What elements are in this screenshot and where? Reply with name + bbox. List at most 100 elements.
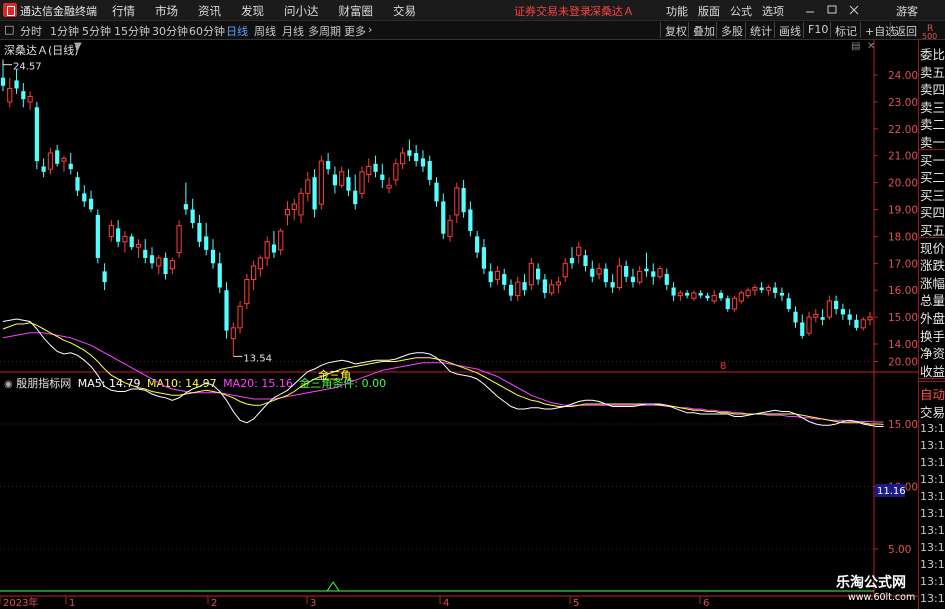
- candle-body-down: [116, 228, 121, 242]
- candlestick: [122, 231, 128, 253]
- time-tick-label: 2: [211, 598, 217, 609]
- low-price-label: 13.54: [243, 353, 272, 364]
- candlestick: [116, 220, 121, 248]
- candle-body-down: [41, 166, 46, 172]
- quote-field-label: 卖五: [920, 64, 945, 80]
- kline-chart[interactable]: 24.00 23.00 22.00 21.00 20.00 19.00 18.00 17.00…: [0, 0, 918, 609]
- candle-body-up: [637, 270, 643, 283]
- candlestick: [494, 265, 501, 285]
- candlestick: [75, 171, 80, 197]
- candlestick: [528, 257, 534, 291]
- candlestick: [143, 239, 148, 264]
- candlestick: [840, 303, 846, 320]
- indicator-axis-ticks: 20.0015.0010.005.00: [874, 357, 918, 556]
- tick-time: 13:12: [920, 507, 945, 520]
- candlestick: [847, 309, 852, 326]
- candlestick: [427, 155, 432, 186]
- candle-body-down: [420, 158, 426, 167]
- candlestick: [68, 153, 73, 175]
- candlestick: [332, 166, 337, 194]
- price-tick-label: 21.00: [888, 151, 918, 163]
- candle-body-up: [47, 152, 54, 170]
- candle-body-down: [651, 271, 656, 277]
- candle-body-down: [88, 198, 94, 210]
- candlestick: [610, 274, 615, 293]
- candle-body-down: [630, 276, 636, 283]
- candle-body-up: [677, 292, 683, 297]
- candlestick: [834, 295, 839, 315]
- candlestick: [21, 83, 26, 108]
- candle-body-down: [380, 174, 385, 180]
- price-tick-label: 24.00: [888, 70, 918, 82]
- candlestick: [41, 158, 46, 178]
- candlesticks[interactable]: [0, 59, 873, 357]
- candle-body-down: [644, 268, 649, 272]
- time-tick-label: 4: [443, 598, 449, 609]
- panel-tab-auto[interactable]: 自动: [920, 384, 945, 403]
- candlestick: [190, 198, 195, 229]
- time-tick-label: 2023年: [3, 596, 38, 609]
- candle-body-down: [34, 107, 39, 162]
- candlestick: [468, 201, 473, 237]
- candle-body-down: [427, 161, 432, 180]
- candlestick: [305, 171, 311, 202]
- candlestick: [47, 147, 54, 175]
- candle-body-up: [562, 262, 568, 278]
- candlestick: [555, 276, 562, 293]
- candlestick: [447, 214, 453, 242]
- candlestick: [291, 198, 297, 221]
- candlestick: [562, 257, 568, 283]
- candlestick: [346, 169, 351, 197]
- ma-lines: [2, 318, 884, 427]
- candle-body-down: [129, 236, 134, 248]
- candle-body-down: [624, 265, 629, 277]
- candlestick: [373, 155, 378, 178]
- quote-field-label: 涨幅: [920, 275, 945, 291]
- candle-body-up: [61, 157, 67, 162]
- candlestick: [34, 101, 39, 170]
- candlestick: [353, 174, 358, 210]
- candlestick: [630, 268, 636, 288]
- candle-body-up: [731, 297, 738, 310]
- candlestick: [82, 185, 87, 207]
- candle-body-up: [528, 262, 534, 286]
- candlestick: [725, 295, 730, 312]
- candle-body-up: [257, 257, 263, 270]
- quote-field-label: 委比: [920, 47, 945, 62]
- candle-body-down: [840, 309, 846, 315]
- candle-body-down: [786, 298, 791, 310]
- quote-panel: R 500 委比 卖五 卖四 卖三 卖二 卖一 买一 买二 买三 买四 买五 现价 涨跌 涨幅 总量 外盘 换手…: [918, 24, 945, 609]
- panel-tab-trade[interactable]: 交易: [920, 402, 945, 421]
- candle-body-down: [590, 268, 595, 277]
- candle-body-down: [271, 244, 277, 253]
- ma10-line: [2, 322, 884, 425]
- candle-body-down: [583, 255, 588, 266]
- candlestick: [718, 290, 724, 301]
- candle-body-up: [386, 184, 392, 189]
- time-tick-label: 6: [703, 598, 709, 609]
- candlestick: [542, 274, 547, 299]
- candle-body-up: [169, 260, 175, 270]
- price-tick-label: 15.00: [888, 312, 918, 324]
- candlestick: [522, 274, 527, 296]
- quote-field-label: 买三: [920, 187, 945, 203]
- candlestick: [441, 193, 446, 240]
- candle-body-down: [353, 190, 358, 205]
- candlestick: [237, 300, 243, 334]
- high-price-label: 24.57: [13, 62, 42, 73]
- candle-body-down: [414, 153, 419, 162]
- quote-field-label: 卖二: [920, 117, 945, 133]
- candlestick: [88, 190, 94, 213]
- candle-body-up: [494, 270, 501, 280]
- candle-body-down: [569, 257, 575, 264]
- candlestick: [475, 231, 480, 258]
- candlestick: [671, 282, 676, 301]
- candlestick: [414, 144, 419, 167]
- quote-field-label: 外盘: [920, 311, 945, 326]
- candlestick: [759, 282, 764, 293]
- ma20-line: [2, 332, 884, 423]
- candlestick: [657, 265, 663, 280]
- candle-body-up: [135, 243, 142, 248]
- candlestick: [156, 255, 162, 275]
- candle-body-up: [806, 316, 812, 334]
